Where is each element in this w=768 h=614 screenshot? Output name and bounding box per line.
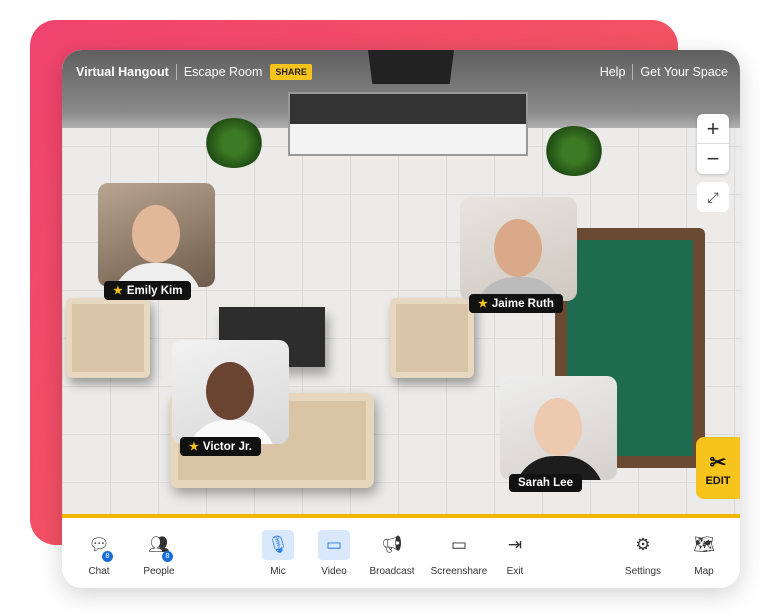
room-map[interactable]: ★ Emily Kim ★ Jaime Ruth ★ Victor Jr. Sarah… xyxy=(62,50,740,516)
edit-label: EDIT xyxy=(705,474,731,487)
exit-label: Exit xyxy=(506,566,524,577)
video-camera-icon: ▭ xyxy=(325,535,343,554)
host-star-icon: ★ xyxy=(189,441,199,453)
share-button[interactable]: SHARE xyxy=(270,64,312,80)
exit-icon: ⇥ xyxy=(507,535,523,554)
avatar-face xyxy=(206,362,254,420)
settings-label: Settings xyxy=(624,566,662,577)
participant-video-victor[interactable] xyxy=(172,340,289,444)
name-tag: ★ Jaime Ruth xyxy=(469,294,563,313)
video-label: Video xyxy=(321,566,347,577)
plant xyxy=(544,126,604,176)
help-link[interactable]: Help xyxy=(600,65,626,79)
avatar-face xyxy=(494,219,542,277)
chat-badge: 8 xyxy=(102,551,113,562)
participant-video-emily[interactable] xyxy=(98,183,215,287)
mic-label: Mic xyxy=(270,566,286,577)
room-name: Escape Room xyxy=(183,65,263,79)
mic-button[interactable]: 🎙︎ Mic xyxy=(248,530,308,577)
expand-icon: ⤢ xyxy=(707,188,719,205)
divider xyxy=(175,64,177,80)
participant-name: Victor Jr. xyxy=(202,440,252,453)
name-tag: ★ Victor Jr. xyxy=(180,437,261,456)
zoom-out-button[interactable]: − xyxy=(697,144,729,174)
screenshare-icon: ▭ xyxy=(450,535,468,554)
app-title: Virtual Hangout xyxy=(76,65,169,79)
participant-video-sarah[interactable] xyxy=(500,376,617,480)
zoom-controls: + − xyxy=(697,114,729,174)
broadcast-button[interactable]: 📢︎ Broadcast xyxy=(362,530,422,577)
plant xyxy=(204,118,264,168)
avatar-face xyxy=(534,398,582,456)
map-icon: 🗺︎ xyxy=(693,535,715,554)
app-window: ★ Emily Kim ★ Jaime Ruth ★ Victor Jr. Sarah… xyxy=(62,50,740,588)
chat-button[interactable]: 💬︎ 8 Chat xyxy=(69,530,129,577)
fullscreen-button[interactable]: ⤢ xyxy=(697,182,729,212)
top-bar: Virtual Hangout Escape Room SHARE Help G… xyxy=(76,64,728,80)
map-label: Map xyxy=(694,566,714,577)
participant-name: Emily Kim xyxy=(126,284,183,297)
gear-icon: ⚙ xyxy=(635,535,651,554)
video-button[interactable]: ▭ Video xyxy=(304,530,364,577)
people-label: People xyxy=(143,566,175,577)
bottom-toolbar: 💬︎ 8 Chat 👥︎ 8 People 🎙︎ Mic ▭ Video 📢︎ Broadca… xyxy=(62,518,740,588)
host-star-icon: ★ xyxy=(478,298,488,310)
edit-button[interactable]: ✂ EDIT xyxy=(696,437,740,499)
map-button[interactable]: 🗺︎ Map xyxy=(674,530,734,577)
people-badge: 8 xyxy=(162,551,173,562)
armchair xyxy=(66,298,150,378)
participant-video-jaime[interactable] xyxy=(460,197,577,301)
mic-icon: 🎙︎ xyxy=(267,535,289,554)
screenshare-label: Screenshare xyxy=(430,566,488,577)
tools-icon: ✂ xyxy=(709,451,727,474)
settings-button[interactable]: ⚙ Settings xyxy=(613,530,673,577)
broadcast-label: Broadcast xyxy=(369,566,415,577)
avatar-face xyxy=(132,205,180,263)
armchair xyxy=(390,298,474,378)
chat-label: Chat xyxy=(88,566,110,577)
exit-button[interactable]: ⇥ Exit xyxy=(485,530,545,577)
participant-name: Jaime Ruth xyxy=(491,297,554,310)
people-button[interactable]: 👥︎ 8 People xyxy=(129,530,189,577)
name-tag: Sarah Lee xyxy=(509,474,582,492)
kitchen-counter xyxy=(288,92,528,156)
participant-name: Sarah Lee xyxy=(518,477,573,489)
divider xyxy=(632,64,634,80)
megaphone-icon: 📢︎ xyxy=(381,535,403,554)
get-your-space-link[interactable]: Get Your Space xyxy=(640,65,728,79)
zoom-in-button[interactable]: + xyxy=(697,114,729,144)
screenshare-button[interactable]: ▭ Screenshare xyxy=(429,530,489,577)
host-star-icon: ★ xyxy=(113,285,123,297)
name-tag: ★ Emily Kim xyxy=(104,281,192,300)
